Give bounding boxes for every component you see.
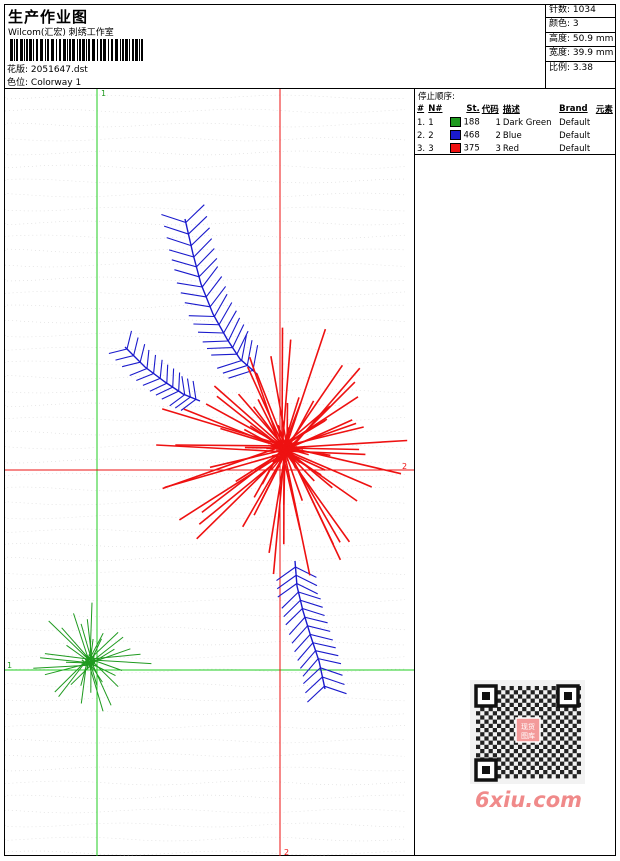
col-stitches: St.	[466, 104, 480, 114]
stop-table-header: # N# St. 代码 描述 Brand 元素	[416, 102, 616, 116]
stat-height: 高度: 50.9 mm	[546, 33, 616, 48]
design-file-row: 花版: 2051647.dst	[7, 62, 88, 75]
table-row: 1. 1 188 1 Dark Green Default	[417, 117, 591, 128]
stat-scale: 比例: 3.38	[549, 62, 593, 73]
stat-width: 宽度: 39.9 mm	[546, 47, 616, 62]
qr-code-watermark: 现货 图库	[470, 680, 585, 784]
col-index: #	[417, 104, 425, 114]
panel-divider	[414, 88, 415, 856]
green-guide-label-left: 1	[7, 661, 12, 670]
color-swatch	[449, 130, 461, 141]
stop-sequence-panel: 停止顺序: # N# St. 代码 描述 Brand 元素 1. 1 188 1D…	[415, 89, 616, 155]
stats-panel: 针数: 1034 颜色: 3 高度: 50.9 mm 宽度: 39.9 mm 比…	[545, 4, 616, 88]
stop-sequence-table: # N# St. 代码 描述 Brand 元素 1. 1 188 1 Dark Gr…	[416, 102, 616, 155]
green-guide-label-top: 1	[101, 89, 106, 98]
stop-sequence-title: 停止顺序:	[418, 92, 455, 102]
green-starburst-motif	[33, 602, 152, 712]
color-swatch	[449, 117, 461, 128]
software-subtitle: Wilcom(汇宏) 刺绣工作室	[8, 28, 114, 38]
header-left: 生产作业图 Wilcom(汇宏) 刺绣工作室 花版: 2051647.dst 色…	[4, 4, 545, 88]
design-file-value: 2051647.dst	[30, 65, 88, 75]
red-guide-label-right: 2	[402, 462, 407, 471]
col-element: 元素	[595, 105, 613, 115]
page-title: 生产作业图	[8, 8, 89, 26]
barcode	[10, 39, 143, 61]
red-starburst-motif	[156, 327, 408, 576]
col-description: 描述	[502, 105, 520, 115]
color-swatch	[449, 143, 461, 154]
red-guide-label-bottom: 2	[284, 848, 289, 856]
qr-badge-text-bottom: 图库	[521, 731, 535, 740]
stat-stitches: 针数: 1034	[546, 4, 616, 19]
qr-badge-text-top: 现货	[521, 722, 535, 731]
design-file-label: 花版:	[7, 65, 29, 75]
site-watermark: 6xiu.com	[475, 788, 583, 812]
col-brand: Brand	[559, 104, 588, 114]
colorway-value: Colorway 1	[30, 78, 82, 88]
embroidery-canvas: 1 1 2 2	[5, 89, 414, 856]
stop-table-divider	[415, 154, 616, 155]
table-row: 2. 2 468 2 Blue Default	[417, 130, 591, 141]
colorway-row: 色位: Colorway 1	[7, 75, 81, 88]
col-number: N#	[428, 104, 443, 114]
stat-colors: 颜色: 3	[546, 18, 616, 33]
col-code: 代码	[481, 105, 499, 115]
colorway-label: 色位:	[7, 78, 29, 88]
